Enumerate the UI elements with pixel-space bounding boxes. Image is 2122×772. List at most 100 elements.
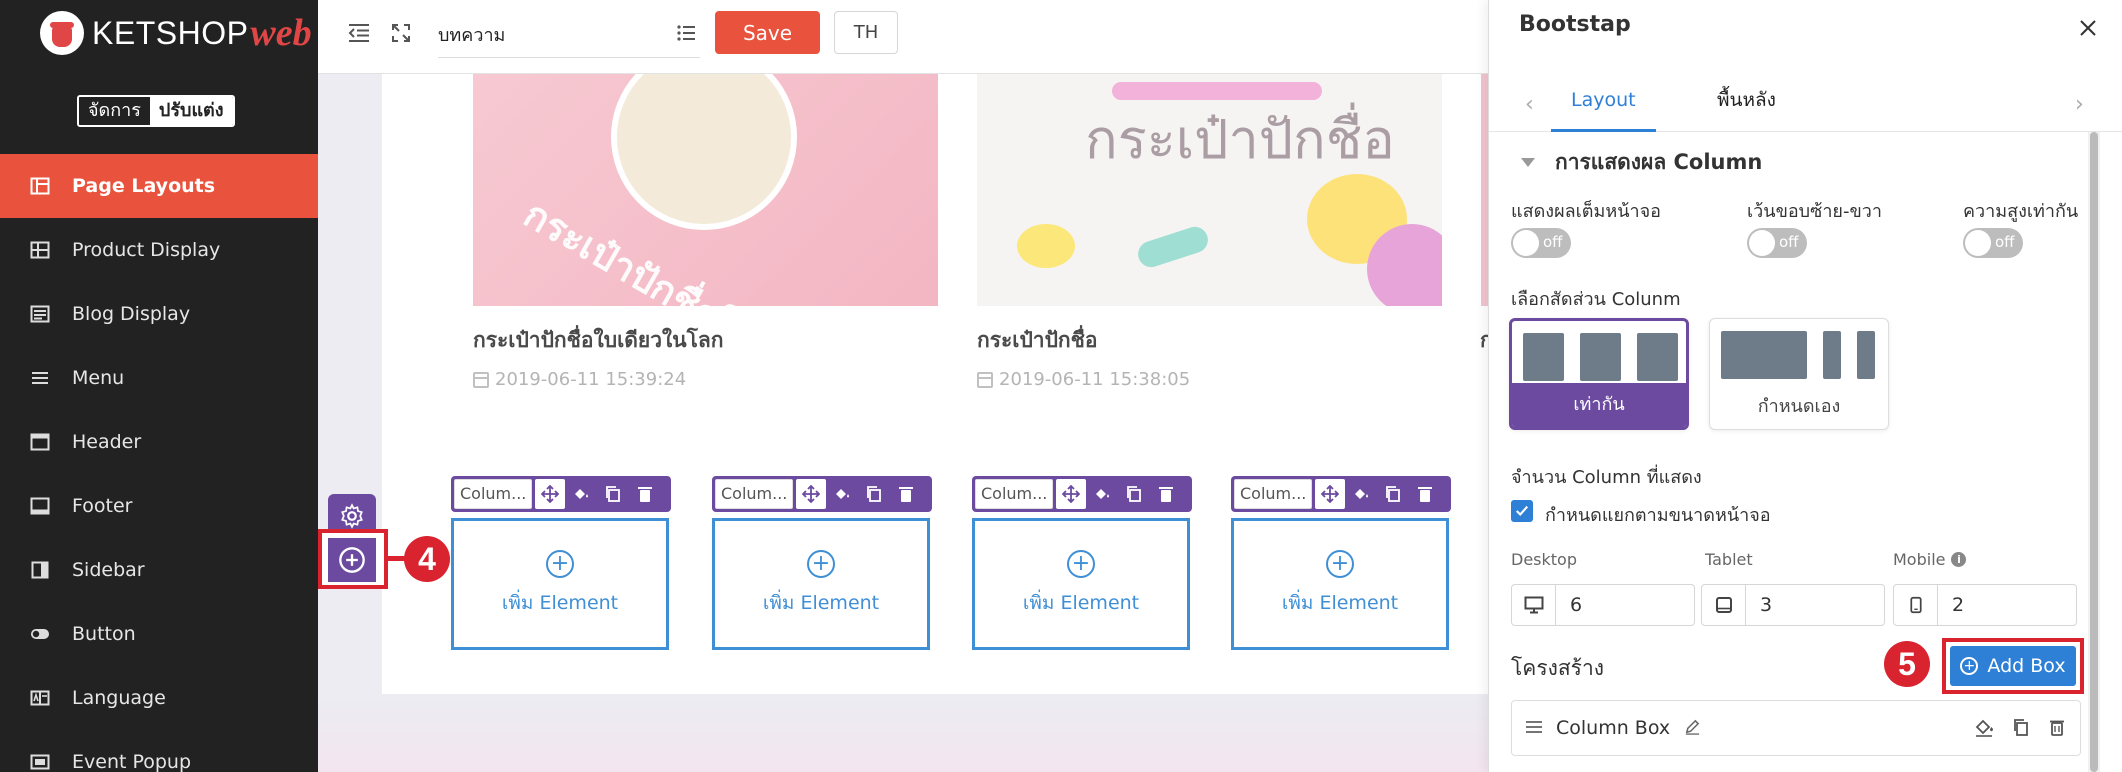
scrollbar-thumb[interactable]: [2090, 132, 2098, 772]
sidebar-item-product-display[interactable]: Product Display: [0, 218, 318, 282]
column-toolbar: Colum...: [451, 476, 671, 512]
trash-icon[interactable]: [1409, 479, 1441, 509]
decor-bandage: [1134, 223, 1212, 271]
paint-bucket-icon[interactable]: [1086, 479, 1118, 509]
column-label[interactable]: Colum...: [715, 479, 793, 509]
section-header[interactable]: การแสดงผล Column: [1511, 146, 1762, 179]
sidebar-item-label: Event Popup: [72, 751, 192, 772]
column-label[interactable]: Colum...: [975, 479, 1053, 509]
paint-bucket-icon[interactable]: [565, 479, 597, 509]
full-width-toggle[interactable]: off: [1511, 228, 1571, 258]
sidebar-item-blog-display[interactable]: Blog Display: [0, 282, 318, 346]
paint-bucket-icon[interactable]: [826, 479, 858, 509]
column-box-row[interactable]: Column Box: [1511, 700, 2081, 756]
blog-card[interactable]: กระเป๋าปักชื่อ กระเป๋าปักชื่อ 2019-06-11…: [977, 74, 1442, 390]
copy-icon[interactable]: [1377, 479, 1409, 509]
page-select[interactable]: บทความ: [438, 12, 700, 58]
tab-layout[interactable]: Layout: [1551, 88, 1656, 132]
tablet-label: Tablet: [1705, 550, 1753, 569]
sidebar-item-page-layouts[interactable]: Page Layouts: [0, 154, 318, 218]
sidebar-item-language[interactable]: Language: [0, 666, 318, 730]
side-padding-toggle[interactable]: off: [1747, 228, 1807, 258]
move-icon[interactable]: [1315, 479, 1345, 509]
sidebar-nav: Page Layouts Product Display Blog Displa…: [0, 154, 318, 772]
move-icon[interactable]: [1056, 479, 1086, 509]
sidebar-item-menu[interactable]: Menu: [0, 346, 318, 410]
ratio-option-custom[interactable]: กำหนดเอง: [1709, 318, 1889, 430]
blog-date-text: 2019-06-11 15:38:05: [999, 369, 1191, 390]
tablet-column-input[interactable]: 3: [1701, 584, 1885, 626]
mobile-column-input[interactable]: 2: [1893, 584, 2077, 626]
sidebar-item-button[interactable]: Button: [0, 602, 318, 666]
paint-bucket-icon[interactable]: [1345, 479, 1377, 509]
paint-bucket-icon[interactable]: [1974, 717, 1994, 741]
add-circle-icon: +: [546, 550, 574, 578]
chevron-left-icon[interactable]: ‹: [1525, 92, 1534, 117]
sidebar-item-sidebar[interactable]: Sidebar: [0, 538, 318, 602]
brand-name: KETSHOP: [92, 14, 249, 51]
sidebar-item-label: Blog Display: [72, 303, 191, 325]
blog-date: 2019-06-11 15:39:24: [473, 369, 938, 390]
equal-height-toggle[interactable]: off: [1963, 228, 2023, 258]
copy-icon[interactable]: [597, 479, 629, 509]
add-element-area[interactable]: + เพิ่ม Element: [712, 518, 930, 650]
copy-icon[interactable]: [1118, 479, 1150, 509]
add-box-button[interactable]: + Add Box: [1950, 646, 2076, 686]
footer-icon: [30, 497, 50, 515]
mode-design-button[interactable]: ปรับแต่ง: [149, 97, 233, 125]
desktop-column-input[interactable]: 6: [1511, 584, 1695, 626]
tab-background[interactable]: พื้นหลัง: [1697, 88, 1796, 132]
add-element-area[interactable]: + เพิ่ม Element: [972, 518, 1190, 650]
column-label[interactable]: Colum...: [454, 479, 532, 509]
structure-label: โครงสร้าง: [1511, 656, 1605, 680]
blog-image-text: กระเป๋าปักชื่อ: [1085, 108, 1395, 171]
chevron-right-icon[interactable]: ›: [2075, 92, 2084, 117]
add-row-plus-icon[interactable]: [328, 538, 376, 582]
blog-card[interactable]: กระเป๋าปักชื่อใบเดียวในโลก กระเป๋าปักชื่…: [473, 74, 938, 390]
mode-manage-button[interactable]: จัดการ: [79, 97, 150, 125]
panel-scrollbar[interactable]: [2088, 132, 2100, 772]
sidebar-item-event-popup[interactable]: Event Popup: [0, 730, 318, 772]
brand-suffix: web: [250, 12, 312, 54]
add-element-area[interactable]: + เพิ่ม Element: [1231, 518, 1449, 650]
tablet-icon: [1702, 585, 1746, 625]
desktop-value: 6: [1570, 594, 1583, 616]
caret-down-icon: [1521, 158, 1535, 167]
close-icon[interactable]: [2076, 16, 2100, 40]
pencil-icon[interactable]: [1684, 718, 1701, 739]
brand-logo[interactable]: KETSHOP web: [40, 8, 312, 58]
sidebar-item-label: Header: [72, 431, 142, 453]
blog-title[interactable]: กระเป๋าปักชื่อใบเดียวในโลก: [473, 324, 938, 357]
blog-title[interactable]: กระเป๋าปักชื่อ: [977, 324, 1442, 357]
fullscreen-icon[interactable]: [388, 20, 414, 46]
save-button[interactable]: Save: [715, 11, 820, 54]
info-icon[interactable]: i: [1951, 552, 1967, 567]
list-icon[interactable]: [676, 24, 696, 47]
move-icon[interactable]: [535, 479, 565, 509]
column-box-actions: [1974, 717, 2066, 741]
drag-handle-icon[interactable]: [1526, 719, 1542, 738]
sidebar-item-header[interactable]: Header: [0, 410, 318, 474]
full-width-label: แสดงผลเต็มหน้าจอ: [1511, 201, 1661, 222]
trash-icon[interactable]: [1150, 479, 1182, 509]
desktop-label: Desktop: [1511, 550, 1577, 569]
add-element-area[interactable]: + เพิ่ม Element: [451, 518, 669, 650]
decor-lemon: [1017, 224, 1075, 268]
trash-icon[interactable]: [629, 479, 661, 509]
trash-icon[interactable]: [2048, 717, 2066, 741]
sidebar-item-footer[interactable]: Footer: [0, 474, 318, 538]
indent-icon[interactable]: [346, 20, 372, 46]
responsive-checkbox[interactable]: [1511, 500, 1533, 522]
language-button[interactable]: TH: [834, 11, 898, 54]
ratio-option-equal[interactable]: เท่ากัน: [1509, 318, 1689, 430]
copy-icon[interactable]: [858, 479, 890, 509]
move-icon[interactable]: [796, 479, 826, 509]
column-label[interactable]: Colum...: [1234, 479, 1312, 509]
sidebar-item-label: Page Layouts: [72, 175, 216, 197]
add-element-label: เพิ่ม Element: [1281, 592, 1399, 614]
mode-switch: จัดการ ปรับแต่ง: [77, 95, 235, 127]
copy-icon[interactable]: [2012, 717, 2030, 741]
grid-icon: [30, 241, 50, 259]
toggle-state: off: [1779, 233, 1799, 251]
trash-icon[interactable]: [890, 479, 922, 509]
